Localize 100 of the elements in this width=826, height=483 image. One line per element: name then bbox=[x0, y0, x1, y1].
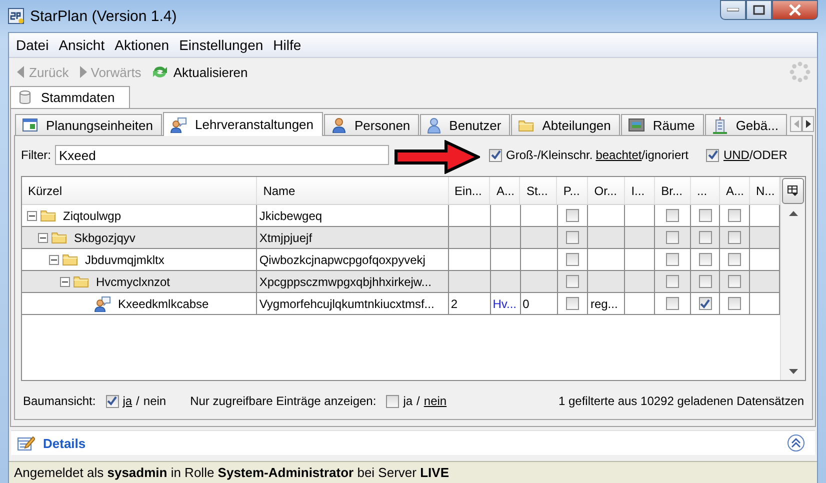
collapse-toggle-icon[interactable] bbox=[49, 254, 59, 264]
checkbox[interactable] bbox=[698, 209, 712, 222]
column-header[interactable]: A... bbox=[720, 177, 750, 204]
tab[interactable]: Abteilungen bbox=[511, 114, 620, 135]
column-header[interactable]: P... bbox=[557, 177, 588, 204]
tree-node-label[interactable]: Kxeedkmlkcabse bbox=[118, 296, 209, 310]
column-header[interactable]: I... bbox=[625, 177, 656, 204]
tab[interactable]: Räume bbox=[620, 114, 704, 135]
checkbox[interactable] bbox=[666, 231, 680, 244]
checkbox[interactable] bbox=[728, 253, 742, 266]
checkbox[interactable] bbox=[728, 209, 742, 222]
checkbox[interactable] bbox=[666, 253, 680, 266]
separator-text: / bbox=[642, 148, 646, 162]
folder-icon bbox=[51, 231, 67, 244]
column-header[interactable]: St... bbox=[520, 177, 558, 204]
up-triangle-icon[interactable] bbox=[788, 211, 798, 216]
checkbox[interactable] bbox=[698, 253, 712, 266]
close-button[interactable] bbox=[772, 0, 818, 20]
tab[interactable]: Stammdaten bbox=[10, 86, 130, 108]
person-speech-icon bbox=[170, 116, 187, 132]
checkbox[interactable] bbox=[698, 275, 712, 288]
close-icon bbox=[788, 4, 802, 16]
checkbox[interactable] bbox=[728, 275, 742, 288]
right-triangle-icon bbox=[806, 120, 811, 128]
link-cell[interactable]: Hv... bbox=[490, 293, 521, 314]
checkbox[interactable] bbox=[386, 394, 400, 408]
table-cell: 2 bbox=[448, 293, 491, 314]
option-link[interactable]: UND bbox=[723, 148, 750, 162]
tree-node-label[interactable]: Skbgozjqyv bbox=[74, 230, 136, 244]
option-link[interactable]: ignoriert bbox=[645, 148, 688, 162]
tab[interactable]: Benutzer bbox=[420, 114, 510, 135]
collapse-button[interactable] bbox=[787, 434, 805, 452]
section-title: Details bbox=[43, 436, 86, 450]
tree-node-label[interactable]: Ziqtoulwgp bbox=[63, 208, 122, 222]
down-triangle-icon[interactable] bbox=[788, 369, 798, 374]
checkbox[interactable] bbox=[706, 148, 720, 162]
tree-node-label[interactable]: Jbduvmqjmkltx bbox=[85, 252, 164, 266]
folder-icon bbox=[518, 118, 534, 132]
checkbox[interactable] bbox=[666, 209, 680, 222]
menu-item[interactable]: Aktionen bbox=[110, 34, 174, 56]
checkbox[interactable] bbox=[106, 394, 119, 408]
option-link[interactable]: ODER bbox=[752, 148, 788, 162]
column-header[interactable]: A... bbox=[490, 177, 520, 204]
collapse-toggle-icon[interactable] bbox=[60, 276, 70, 286]
building-icon bbox=[712, 116, 728, 134]
checkbox[interactable] bbox=[666, 275, 680, 288]
option-link[interactable]: nein bbox=[143, 394, 166, 408]
minimize-icon bbox=[727, 8, 739, 12]
separator-text: / bbox=[136, 394, 140, 408]
checkbox[interactable] bbox=[566, 209, 579, 222]
menu-item[interactable]: Ansicht bbox=[54, 34, 110, 56]
checkbox[interactable] bbox=[566, 297, 579, 310]
app-logo-icon bbox=[8, 8, 24, 24]
option-link[interactable]: beachtet bbox=[596, 148, 642, 162]
table-cell: reg... bbox=[588, 293, 626, 314]
column-chooser-button[interactable] bbox=[782, 178, 804, 204]
menu-item[interactable]: Einstellungen bbox=[174, 34, 268, 56]
option-link[interactable]: nein bbox=[424, 394, 447, 408]
checkbox[interactable] bbox=[698, 297, 712, 310]
option-link[interactable]: ja bbox=[122, 394, 132, 408]
checkbox[interactable] bbox=[698, 231, 712, 244]
filter-label: Filter: bbox=[21, 148, 51, 162]
refresh-icon bbox=[151, 64, 170, 80]
column-header[interactable]: Ein... bbox=[448, 177, 490, 204]
checkbox[interactable] bbox=[566, 253, 579, 266]
column-header[interactable]: Name bbox=[257, 177, 449, 204]
separator-text: / bbox=[416, 394, 420, 408]
table-cell: Vygmorfehcujlqkumtnkiucxtmsf... bbox=[257, 293, 449, 314]
column-header[interactable]: Kürzel bbox=[22, 177, 258, 204]
tab[interactable]: Gebä... bbox=[704, 114, 788, 135]
folder-icon bbox=[62, 253, 78, 266]
separator-text: / bbox=[749, 148, 753, 162]
column-header[interactable]: Or... bbox=[588, 177, 626, 204]
checkbox[interactable] bbox=[566, 275, 579, 288]
tree-node-label[interactable]: Hvcmyclxnzot bbox=[96, 274, 170, 288]
tab[interactable]: Lehrveranstaltungen bbox=[162, 112, 323, 136]
tab[interactable]: Planungseinheiten bbox=[15, 114, 162, 135]
collapse-toggle-icon[interactable] bbox=[27, 210, 37, 220]
column-header[interactable]: Br... bbox=[655, 177, 692, 204]
left-triangle-icon bbox=[17, 66, 25, 78]
toolbar-button[interactable]: Aktualisieren bbox=[149, 62, 250, 82]
minimize-button[interactable] bbox=[720, 0, 746, 20]
tab[interactable]: Personen bbox=[324, 114, 420, 135]
table-cell: Xpcgppsczmwpgxqbjhhxirkejw... bbox=[257, 271, 449, 292]
scroll-right-button[interactable] bbox=[802, 116, 814, 132]
checkbox[interactable] bbox=[728, 231, 742, 244]
menu-item[interactable]: Datei bbox=[11, 34, 54, 56]
checkbox[interactable] bbox=[566, 231, 579, 244]
checkbox[interactable] bbox=[666, 297, 680, 310]
menu-item[interactable]: Hilfe bbox=[268, 34, 306, 56]
maximize-icon bbox=[753, 5, 765, 15]
option-label: Groß-/Kleinschr. bbox=[506, 148, 593, 162]
checkbox[interactable] bbox=[489, 148, 502, 162]
column-header[interactable]: ... bbox=[691, 177, 720, 204]
checkbox[interactable] bbox=[728, 297, 742, 310]
record-count-text: 1 gefilterte aus 10292 geladenen Datensätzen bbox=[558, 394, 804, 408]
option-link[interactable]: ja bbox=[403, 394, 413, 408]
maximize-button[interactable] bbox=[746, 0, 772, 20]
filter-field[interactable]: Kxeed bbox=[55, 145, 389, 165]
collapse-toggle-icon[interactable] bbox=[38, 232, 48, 242]
